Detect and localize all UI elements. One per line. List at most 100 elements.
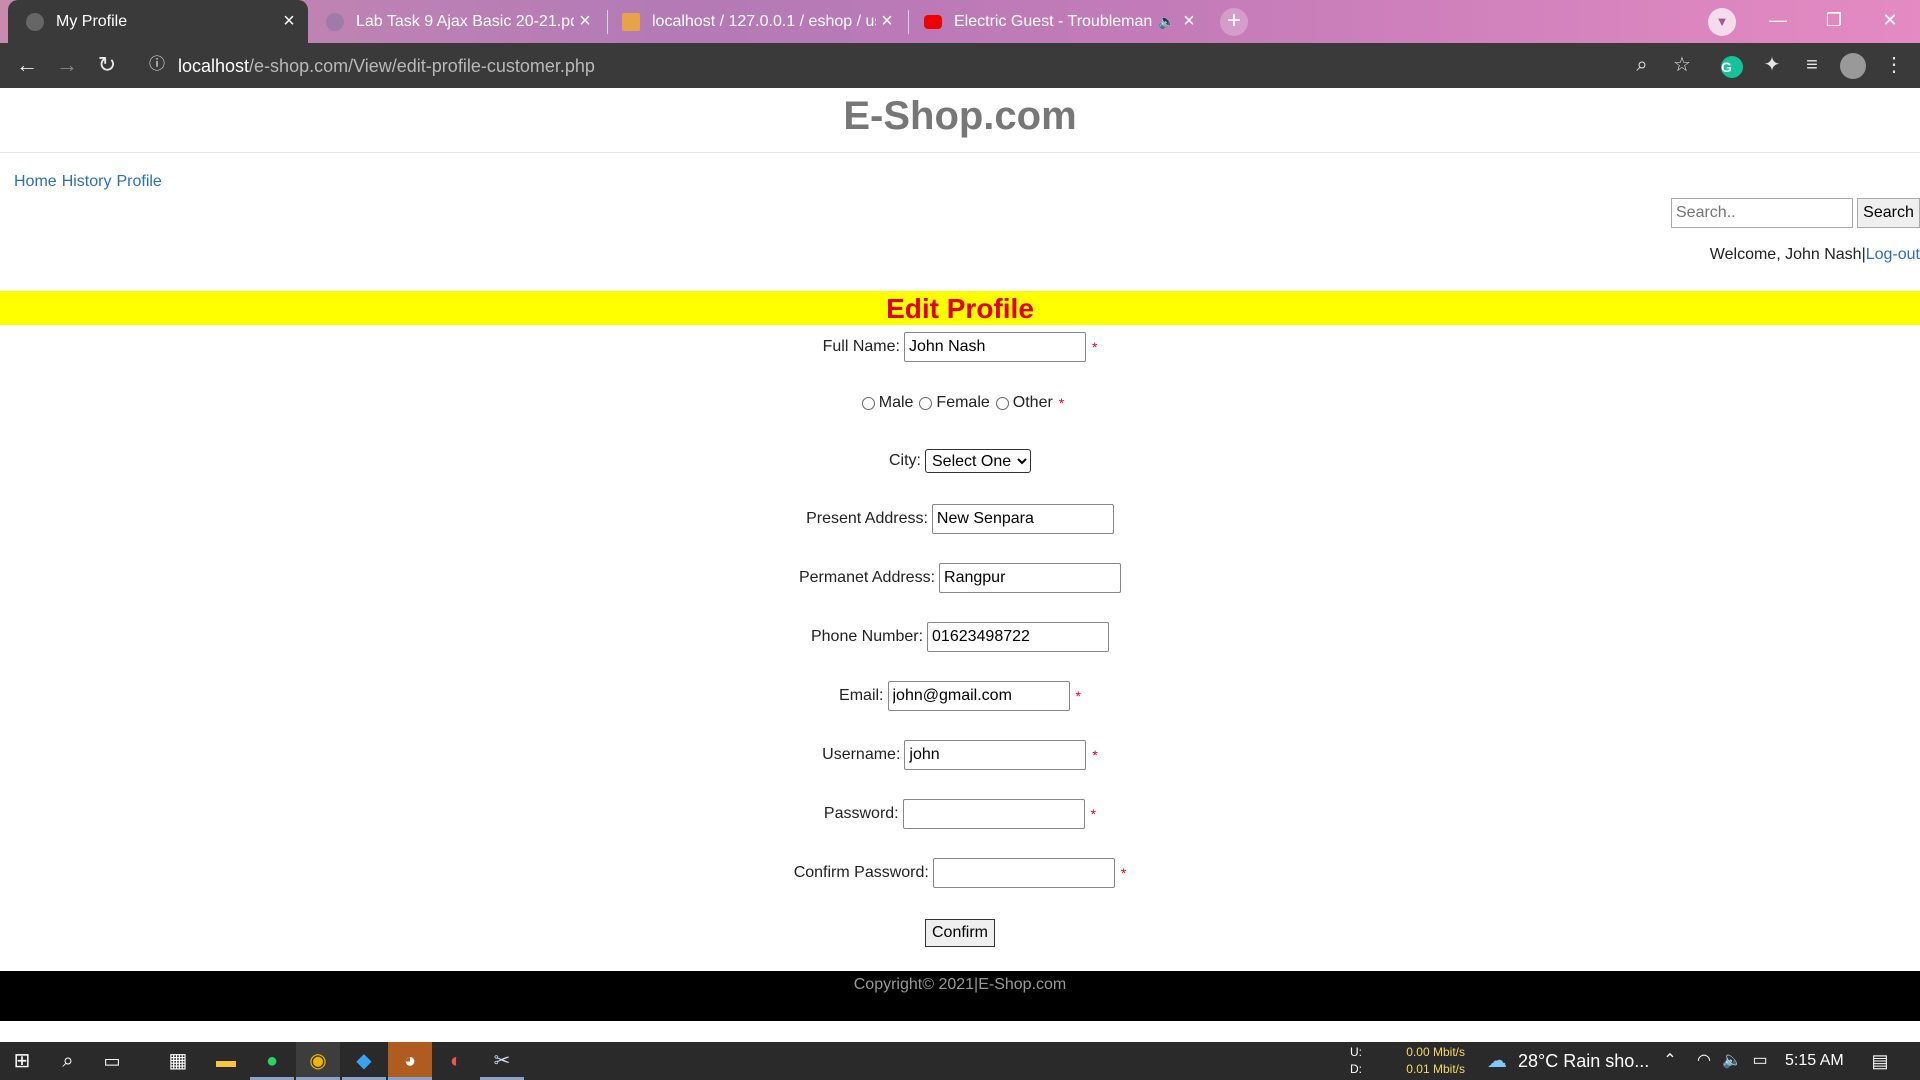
- search-icon[interactable]: ⌕: [46, 1042, 90, 1080]
- restore-icon[interactable]: ❐: [1806, 0, 1862, 40]
- email-input[interactable]: [887, 681, 1070, 711]
- full-name-input[interactable]: [903, 332, 1086, 362]
- zoom-icon[interactable]: ⌕: [1625, 48, 1659, 82]
- username-label: Username:: [822, 746, 901, 763]
- city-row: City: Select One: [0, 448, 1920, 474]
- tab-divider: [908, 10, 909, 34]
- extensions-icon[interactable]: ✦: [1755, 48, 1789, 82]
- password-input[interactable]: [902, 799, 1085, 829]
- nav-profile-link[interactable]: Profile: [116, 173, 161, 190]
- confirm-button[interactable]: Confirm: [924, 919, 995, 947]
- footer: Copyright© 2021|E-Shop.com: [0, 971, 1920, 1021]
- weather-text[interactable]: 28°C Rain sho...: [1518, 1042, 1649, 1080]
- info-icon[interactable]: ⓘ: [140, 48, 174, 82]
- welcome-text: Welcome, John Nash|: [1709, 246, 1866, 263]
- phone-input[interactable]: [927, 622, 1110, 652]
- windows-start-icon[interactable]: ⊞: [0, 1042, 44, 1080]
- radio-other[interactable]: [995, 396, 1009, 410]
- password-label: Password:: [823, 805, 899, 822]
- permanent-address-label: Permanet Address:: [798, 569, 936, 586]
- radio-other-label: Other: [1012, 394, 1053, 411]
- reload-icon[interactable]: ↻: [90, 48, 124, 82]
- search-input[interactable]: [1671, 198, 1853, 228]
- confirm-password-row: Confirm Password: *: [0, 858, 1920, 888]
- required-mark: *: [1092, 747, 1098, 763]
- task-view-icon[interactable]: ▭: [90, 1042, 134, 1080]
- new-tab-button[interactable]: +: [1220, 8, 1248, 36]
- back-icon[interactable]: ←: [10, 48, 44, 82]
- vscode-icon[interactable]: ◆: [342, 1042, 386, 1080]
- tab-my-profile[interactable]: My Profile ×: [8, 0, 308, 43]
- speaker-icon[interactable]: 🔈: [1156, 13, 1178, 30]
- bookmark-star-icon[interactable]: ☆: [1665, 48, 1699, 82]
- file-explorer-icon[interactable]: ▬: [204, 1042, 248, 1080]
- permanent-address-row: Permanet Address:: [0, 563, 1920, 593]
- profile-avatar-icon[interactable]: [1840, 53, 1866, 79]
- close-icon[interactable]: ×: [1178, 10, 1200, 33]
- discord-icon[interactable]: ◕: [388, 1042, 432, 1080]
- forward-icon[interactable]: →: [50, 48, 84, 82]
- page-heading: Edit Profile: [0, 291, 1920, 325]
- close-icon[interactable]: ×: [876, 10, 898, 33]
- address-bar[interactable]: localhost/e-shop.com/View/edit-profile-c…: [178, 50, 1698, 82]
- close-icon[interactable]: ×: [574, 10, 596, 33]
- header-divider: [0, 152, 1920, 153]
- present-address-row: Present Address:: [0, 504, 1920, 534]
- phpmyadmin-icon: [622, 12, 640, 31]
- app-icon[interactable]: ◐: [434, 1042, 478, 1080]
- logout-link[interactable]: Log-out: [1866, 246, 1920, 263]
- full-name-row: Full Name: *: [0, 332, 1920, 362]
- confirm-password-input[interactable]: [932, 858, 1115, 888]
- media-control-icon[interactable]: ≡: [1795, 48, 1829, 82]
- tab-search-icon[interactable]: ▼: [1708, 8, 1736, 36]
- chrome-icon[interactable]: ◉: [296, 1042, 340, 1080]
- nav-home-link[interactable]: Home: [14, 173, 57, 190]
- close-icon[interactable]: ×: [278, 10, 300, 33]
- url-host: localhost: [178, 56, 250, 76]
- city-select[interactable]: Select One: [925, 449, 1031, 473]
- radio-male[interactable]: [861, 396, 875, 410]
- tab-title: Lab Task 9 Ajax Basic 20-21.pdf: [356, 12, 574, 30]
- snipping-tool-icon[interactable]: ✂: [480, 1042, 524, 1080]
- present-address-label: Present Address:: [806, 510, 928, 527]
- net-down-value: 0.01 Mbit/s: [1406, 1062, 1465, 1076]
- close-window-icon[interactable]: ✕: [1862, 0, 1918, 40]
- email-row: Email: *: [0, 681, 1920, 711]
- net-up-value: 0.00 Mbit/s: [1406, 1045, 1465, 1059]
- required-mark: *: [1058, 395, 1065, 411]
- tab-divider: [607, 10, 608, 34]
- footer-copyright: Copyright© 2021|E-Shop.com: [853, 976, 1067, 993]
- username-input[interactable]: [904, 740, 1087, 770]
- grammarly-icon[interactable]: G: [1721, 56, 1743, 78]
- notifications-icon[interactable]: ▤: [1858, 1042, 1902, 1080]
- permanent-address-input[interactable]: [939, 563, 1122, 593]
- weather-icon[interactable]: ☁: [1475, 1042, 1519, 1080]
- phone-label: Phone Number:: [810, 628, 924, 645]
- menu-kebab-icon[interactable]: ⋮: [1877, 48, 1911, 82]
- globe-icon: [26, 12, 44, 31]
- username-row: Username: *: [0, 740, 1920, 770]
- battery-icon[interactable]: ▭: [1738, 1042, 1782, 1080]
- youtube-icon: [924, 14, 942, 29]
- radio-male-label: Male: [878, 394, 914, 411]
- main-nav: Home History Profile: [14, 173, 167, 191]
- pdf-icon: [326, 12, 344, 31]
- clock[interactable]: 5:15 AM: [1785, 1042, 1844, 1080]
- search-button[interactable]: Search: [1857, 198, 1920, 228]
- minimize-icon[interactable]: —: [1750, 0, 1806, 40]
- browser-tab-strip: My Profile × Lab Task 9 Ajax Basic 20-21…: [0, 0, 1920, 43]
- calculator-icon[interactable]: ▦: [156, 1042, 200, 1080]
- tab-phpmyadmin[interactable]: localhost / 127.0.0.1 / eshop / us ×: [610, 0, 906, 43]
- radio-female[interactable]: [919, 396, 933, 410]
- required-mark: *: [1120, 865, 1127, 881]
- nav-history-link[interactable]: History: [62, 173, 112, 190]
- tab-youtube[interactable]: Electric Guest - Troubleman 🔈 ×: [912, 0, 1208, 43]
- site-title: E-Shop.com: [843, 94, 1077, 138]
- tab-title: My Profile: [56, 12, 128, 30]
- present-address-input[interactable]: [931, 504, 1114, 534]
- whatsapp-icon[interactable]: ●: [250, 1042, 294, 1080]
- welcome-bar: Welcome, John Nash|Log-out: [1500, 246, 1920, 264]
- tab-lab-task-pdf[interactable]: Lab Task 9 Ajax Basic 20-21.pdf ×: [314, 0, 604, 43]
- confirm-row: Confirm: [0, 918, 1920, 948]
- gender-row: Male Female Other *: [0, 392, 1920, 414]
